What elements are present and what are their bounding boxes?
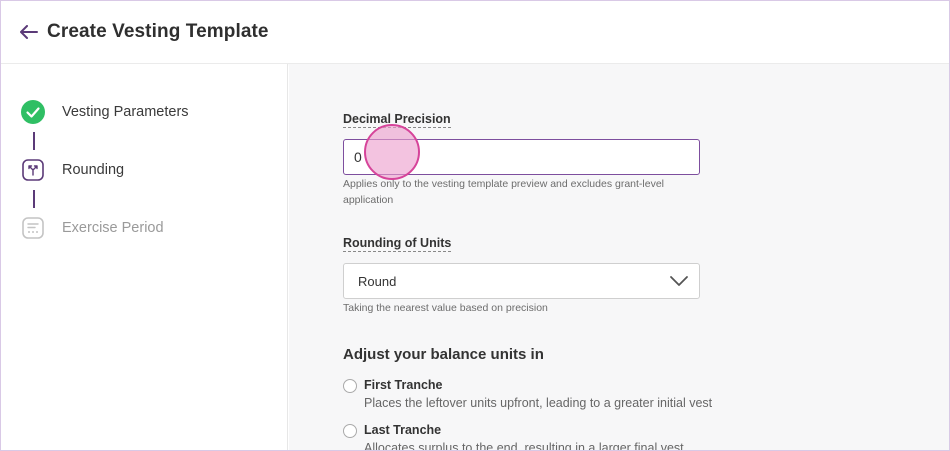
step-label: Rounding bbox=[62, 162, 125, 178]
rounding-of-units-hint: Taking the nearest value based on precis… bbox=[343, 302, 548, 314]
rounding-of-units-label: Rounding of Units bbox=[343, 236, 452, 252]
rounding-icon bbox=[21, 158, 45, 182]
back-button[interactable] bbox=[19, 22, 39, 42]
step-exercise-period[interactable]: Exercise Period bbox=[21, 216, 164, 240]
decimal-precision-label: Decimal Precision bbox=[343, 112, 451, 128]
app-window: Create Vesting Template Vesting Paramete… bbox=[0, 0, 950, 451]
radio-description: Places the leftover units upfront, leadi… bbox=[364, 396, 713, 410]
form-panel: Decimal Precision Applies only to the ve… bbox=[289, 64, 949, 451]
radio-button[interactable] bbox=[343, 424, 357, 438]
page-title: Create Vesting Template bbox=[47, 21, 269, 42]
radio-last-tranche[interactable]: Last Tranche Allocates surplus to the en… bbox=[343, 423, 684, 451]
radio-description: Allocates surplus to the end, resulting … bbox=[364, 441, 684, 451]
step-vesting-parameters[interactable]: Vesting Parameters bbox=[21, 100, 189, 124]
balance-units-title: Adjust your balance units in bbox=[343, 346, 544, 363]
radio-label: Last Tranche bbox=[364, 423, 442, 437]
check-circle-icon bbox=[21, 100, 45, 124]
step-label: Exercise Period bbox=[62, 220, 164, 236]
radio-label: First Tranche bbox=[364, 378, 443, 392]
stepper-sidebar: Vesting Parameters Rounding Exercise Per… bbox=[1, 64, 288, 450]
decimal-precision-hint: Applies only to the vesting template pre… bbox=[343, 178, 665, 206]
step-rounding[interactable]: Rounding bbox=[21, 158, 124, 182]
select-value: Round bbox=[358, 273, 397, 289]
page-header: Create Vesting Template bbox=[1, 1, 949, 64]
radio-first-tranche[interactable]: First Tranche Places the leftover units … bbox=[343, 378, 712, 410]
step-label: Vesting Parameters bbox=[62, 104, 189, 120]
chevron-down-icon bbox=[670, 276, 688, 286]
rounding-of-units-select[interactable]: Round bbox=[343, 263, 700, 299]
step-connector bbox=[33, 132, 35, 150]
radio-button[interactable] bbox=[343, 379, 357, 393]
arrow-left-icon bbox=[20, 25, 38, 39]
step-connector bbox=[33, 190, 35, 208]
decimal-precision-input[interactable] bbox=[343, 139, 700, 175]
calculator-icon bbox=[21, 216, 45, 240]
